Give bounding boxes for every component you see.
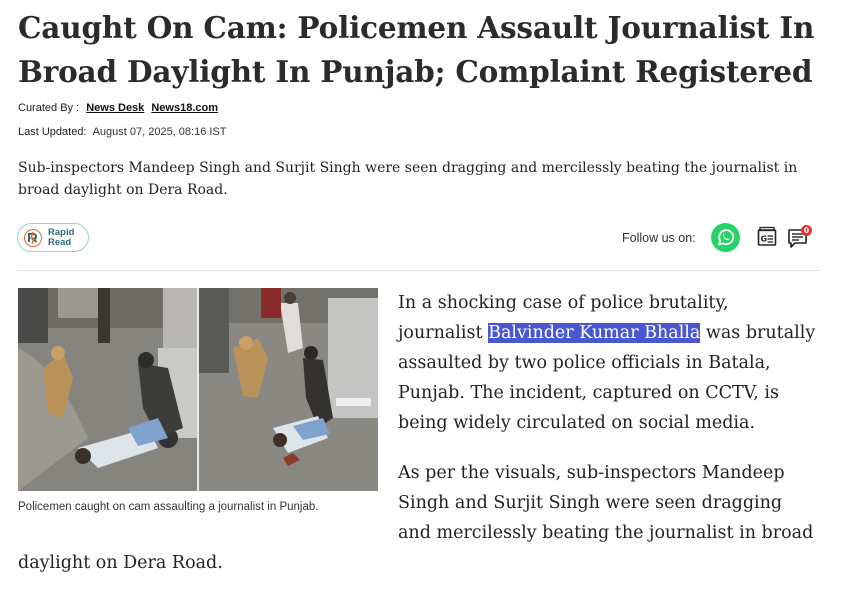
body-paragraph-2: As per the visuals, sub-inspectors Mande… [398, 463, 814, 543]
author-link-news18[interactable]: News18.com [151, 102, 218, 114]
google-news-icon[interactable]: G [756, 226, 778, 248]
section-divider [18, 270, 821, 271]
image-caption: Policemen caught on cam assaulting a jou… [18, 501, 319, 513]
updated-label: Last Updated: [18, 126, 87, 138]
rapid-read-line1: Rapid [48, 226, 75, 238]
body-paragraph-1: In a shocking case of police brutality, … [398, 288, 818, 438]
curated-label: Curated By : [18, 102, 80, 114]
updated-date: August 07, 2025, 08:16 IST [92, 126, 227, 138]
rapid-read-line2: Read [48, 236, 72, 248]
highlighted-text[interactable]: Balvinder Kumar Bhalla [488, 323, 701, 343]
whatsapp-icon[interactable] [711, 223, 740, 252]
rapid-read-icon [24, 228, 42, 247]
article-summary: Sub-inspectors Mandeep Singh and Surjit … [18, 160, 798, 198]
follow-us-label: Follow us on: [622, 231, 696, 245]
last-updated: Last Updated: August 07, 2025, 08:16 IST [18, 126, 227, 138]
comment-count: 0 [804, 226, 809, 235]
curated-by: Curated By : News Desk News18.com [18, 102, 218, 114]
body-paragraph-2-tail: daylight on Dera Road. [18, 553, 223, 573]
comment-icon[interactable]: 0 [787, 224, 813, 250]
svg-text:G: G [761, 235, 768, 244]
article-image[interactable] [18, 288, 378, 491]
rapid-read-button[interactable]: Rapid Read [17, 223, 89, 252]
rapid-read-label: Rapid Read [48, 226, 75, 248]
author-link-news-desk[interactable]: News Desk [86, 102, 144, 114]
article-headline: Caught On Cam: Policemen Assault Journal… [18, 10, 815, 89]
